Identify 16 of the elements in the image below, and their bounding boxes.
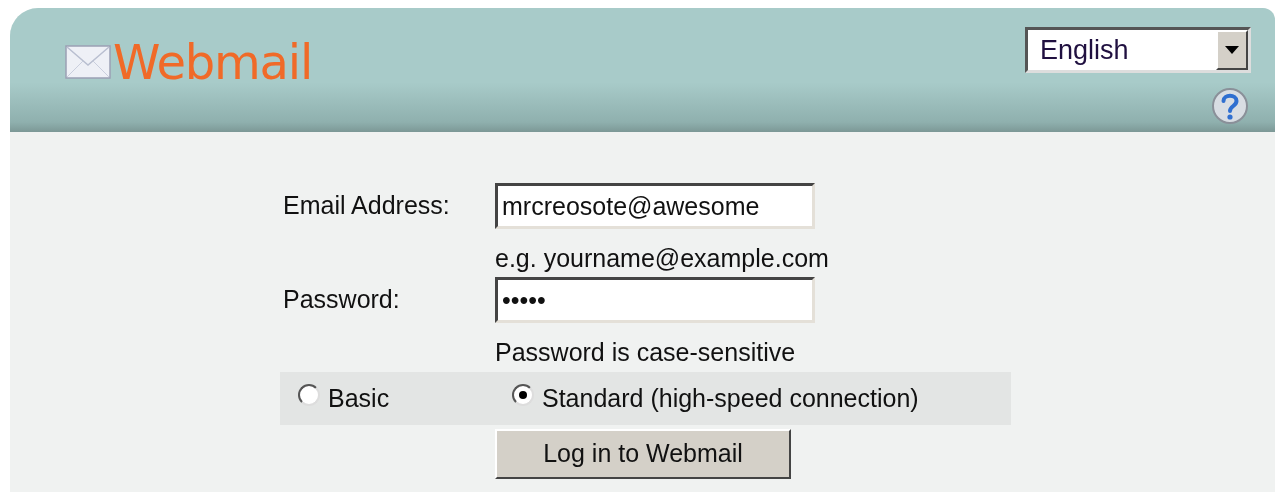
logo-text: Webmail [113,38,313,86]
envelope-icon [65,45,111,79]
email-label: Email Address: [283,190,451,222]
password-label: Password: [283,284,401,316]
radio-button[interactable] [512,383,534,406]
mode-radio-option[interactable]: Basic [298,379,512,418]
password-field[interactable]: ••••• [495,277,815,323]
password-hint: Password is case-sensitive [495,337,797,368]
email-hint: e.g. yourname@example.com [495,243,830,274]
email-field[interactable]: mrcreosote@awesome [495,183,815,229]
caret-icon [1225,46,1239,54]
language-select[interactable]: English [1025,27,1251,73]
help-icon[interactable] [1211,87,1249,125]
radio-button[interactable] [298,383,320,406]
login-button[interactable]: Log in to Webmail [495,429,791,479]
mode-radio-option[interactable]: Standard (high-speed connection) [512,379,919,418]
